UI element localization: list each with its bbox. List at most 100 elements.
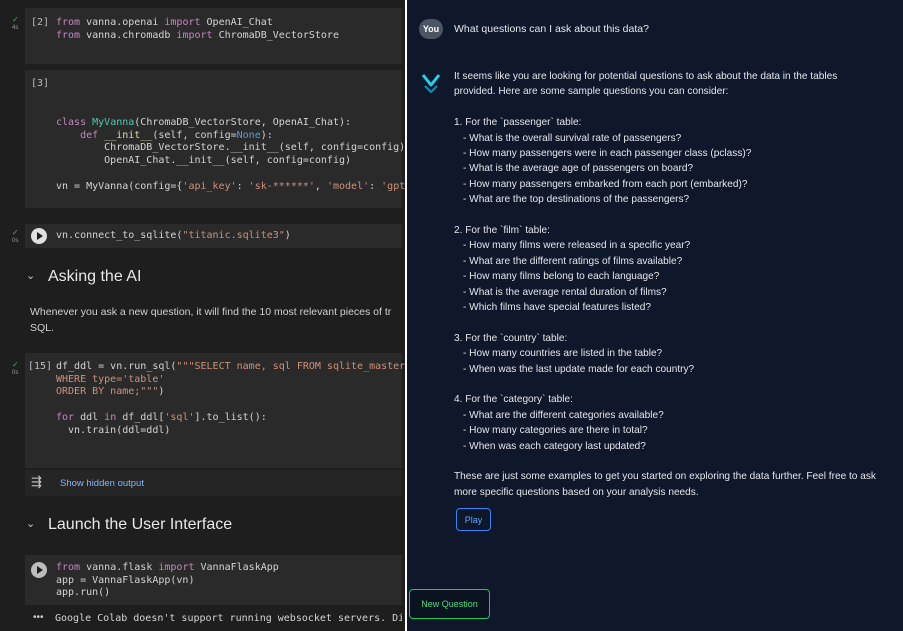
code: :	[236, 180, 249, 192]
module: vanna.openai	[80, 17, 165, 28]
fn-name: __init__	[98, 129, 153, 141]
running-cell-indicator[interactable]	[31, 562, 47, 578]
question-group: 3. For the `country` table: - How many co…	[454, 331, 898, 393]
vanna-chat-panel: You What questions can I ask about this …	[407, 0, 903, 631]
sample-question: - What are the top destinations of the p…	[463, 194, 690, 206]
play-button[interactable]: Play	[456, 508, 491, 531]
code: vn = MyVanna(config={	[56, 180, 183, 192]
code: OpenAI_Chat.__init__(self, config=config…	[56, 155, 352, 167]
code-cell-imports[interactable]: [2] from vanna.openai import OpenAI_Chat…	[25, 8, 402, 64]
code-text[interactable]: df_ddl = vn.run_sql("""SELECT name, sql …	[56, 361, 405, 437]
code: ,	[314, 180, 327, 192]
sample-question: - How many passengers embarked from each…	[463, 178, 748, 190]
str: 'model'	[326, 180, 370, 192]
exec-count: [2]	[31, 17, 50, 28]
intro-line: It seems like you are looking for potent…	[454, 71, 838, 82]
code: app.run()	[56, 587, 111, 599]
run-cell-button[interactable]	[31, 228, 47, 244]
sample-question: - How many countries are listed in the t…	[463, 348, 663, 360]
code: :	[369, 180, 382, 192]
code: app = VannaFlaskApp(vn)	[56, 574, 195, 586]
hidden-output-row[interactable]: ⇶ Show hidden output	[25, 470, 402, 496]
kw: from	[56, 17, 81, 28]
sample-question: - When was the last update made for each…	[463, 363, 695, 375]
colab-notebook: ✓ 4s [2] from vanna.openai import OpenAI…	[0, 0, 405, 631]
closing-line: These are just some examples to get you …	[454, 471, 876, 483]
import-name: OpenAI_Chat	[200, 17, 273, 28]
section-text: Whenever you ask a new question, it will…	[30, 304, 402, 336]
sample-question: - How many films belong to each language…	[463, 271, 660, 283]
code: ChromaDB_VectorStore.__init__(self, conf…	[56, 142, 405, 154]
code-text[interactable]: from vanna.openai import OpenAI_Chat fro…	[56, 17, 339, 42]
code-cell-flask[interactable]: from vanna.flask import VannaFlaskApp ap…	[25, 555, 402, 605]
code-cell-class[interactable]: [3] class MyVanna(ChromaDB_VectorStore, …	[25, 70, 405, 208]
cell-exec-time: 0s	[12, 370, 19, 376]
group-heading: 1. For the `passenger` table:	[454, 117, 582, 129]
code-text[interactable]: vn.connect_to_sqlite("titanic.sqlite3")	[56, 230, 291, 243]
output-toggle-icon: ⇶	[31, 474, 42, 489]
kw: from	[56, 562, 81, 573]
const: None	[236, 129, 261, 141]
question-groups: 1. For the `passenger` table: - What is t…	[454, 115, 898, 469]
code-cell-train[interactable]: [15] df_ddl = vn.run_sql("""SELECT name,…	[25, 353, 405, 468]
user-avatar: You	[419, 19, 443, 39]
code: ddl	[74, 411, 105, 423]
sample-question: - What are the different categories avai…	[463, 409, 664, 421]
user-message: What questions can I ask about this data…	[454, 23, 649, 35]
module: vanna.chromadb	[80, 29, 177, 41]
code: vn.train(ddl=ddl)	[56, 424, 171, 436]
stop-icon	[37, 566, 43, 574]
sample-question: - How many passengers were in each passe…	[463, 148, 752, 160]
str: 'api_key'	[182, 180, 237, 192]
exec-count: [15]	[28, 361, 53, 372]
kw: from	[56, 29, 81, 41]
group-heading: 3. For the `country` table:	[454, 332, 568, 344]
kw: import	[176, 29, 213, 41]
code: df_ddl = vn.run_sql(	[56, 361, 177, 372]
intro-text: It seems like you are looking for potent…	[454, 69, 898, 100]
sample-question: - What is the average rental duration of…	[463, 286, 667, 298]
kw: def	[80, 129, 99, 141]
code-text[interactable]: from vanna.flask import VannaFlaskApp ap…	[56, 562, 279, 600]
sample-question: - What are the different ratings of film…	[463, 255, 683, 267]
output-menu-icon[interactable]: •••	[33, 612, 44, 623]
sample-question: - When was each category last updated?	[463, 440, 646, 452]
exec-count: [3]	[31, 78, 50, 89]
intro-line: provided. Here are some sample questions…	[454, 86, 729, 98]
collapse-chevron-icon[interactable]: ⌄	[26, 517, 35, 530]
cell-exec-time: 4s	[12, 25, 19, 31]
str: 'sk-******'	[248, 180, 315, 192]
group-heading: 4. For the `category` table:	[454, 394, 573, 406]
class-name: MyVanna	[86, 117, 135, 128]
str: 'sql'	[164, 411, 195, 423]
kw: import	[158, 562, 195, 573]
sample-question: - Which films have special features list…	[463, 302, 651, 314]
cell-success-icon: ✓	[12, 360, 19, 369]
import-name: VannaFlaskApp	[194, 562, 279, 573]
import-name: ChromaDB_VectorStore	[212, 29, 339, 41]
str: """SELECT name, sql FROM sqlite_master	[176, 361, 405, 372]
section-heading-launch: Launch the User Interface	[48, 516, 233, 533]
collapse-chevron-icon[interactable]: ⌄	[26, 269, 35, 282]
code: df_ddl[	[116, 411, 165, 423]
show-hidden-output-link[interactable]: Show hidden output	[60, 478, 144, 489]
code: (self, config=	[152, 129, 237, 141]
str: "titanic.sqlite3"	[182, 230, 285, 241]
code-cell-connect[interactable]: vn.connect_to_sqlite("titanic.sqlite3")	[25, 224, 402, 248]
code: (ChromaDB_VectorStore, OpenAI_Chat):	[134, 117, 352, 128]
closing-text: These are just some examples to get you …	[454, 469, 898, 500]
question-group: 1. For the `passenger` table: - What is t…	[454, 115, 898, 223]
sample-question: - What is the average age of passengers …	[463, 163, 694, 175]
kw: in	[104, 411, 117, 423]
cell-output-text: Google Colab doesn't support running web…	[55, 613, 402, 624]
str: ORDER BY name;"""	[56, 386, 159, 398]
kw: import	[164, 17, 201, 28]
str: 'gpt-3	[381, 180, 405, 192]
code: ):	[260, 129, 273, 141]
text-line: Whenever you ask a new question, it will…	[30, 306, 392, 318]
new-question-button[interactable]: New Question	[409, 589, 490, 619]
sample-question: - How many films were released in a spec…	[463, 240, 691, 252]
code: )	[158, 386, 165, 398]
code-text[interactable]: class MyVanna(ChromaDB_VectorStore, Open…	[56, 117, 405, 193]
kw: class	[56, 117, 87, 128]
